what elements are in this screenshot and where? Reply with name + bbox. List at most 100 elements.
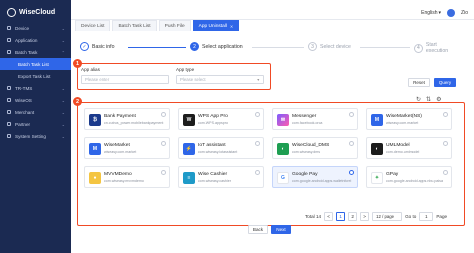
- chevron-down-icon: ▾: [438, 10, 442, 16]
- language-selector[interactable]: English ▾: [421, 10, 441, 16]
- step-start-execution: 4 Start execution: [414, 42, 460, 54]
- page-2-button[interactable]: 2: [348, 211, 358, 221]
- reset-button[interactable]: Reset: [408, 78, 430, 87]
- prev-page-button[interactable]: <: [324, 211, 334, 221]
- tab-device-list[interactable]: Device List: [75, 20, 111, 31]
- app-package: wiseasy.com.market: [386, 121, 419, 125]
- username[interactable]: Zio: [461, 10, 468, 16]
- tab-app-uninstall[interactable]: App Uninstall ✕: [192, 20, 240, 31]
- app-name: UMLModel: [386, 143, 410, 148]
- step-number: 3: [308, 42, 317, 51]
- step-select-application: 2 Select application: [190, 42, 243, 51]
- sidebar-item-merchant[interactable]: Merchant ⌄: [0, 106, 71, 118]
- app-card-iot-assistant[interactable]: ⚡ IoT assistant com.wiseasy.iotassistant: [178, 137, 264, 159]
- app-card-gpay[interactable]: ✦ GPay com.google.android.apps.nbu.paisa: [366, 166, 452, 188]
- step-select-device: 3 Select device: [308, 42, 351, 51]
- select-radio[interactable]: [161, 112, 166, 117]
- app-card-wisemarket[interactable]: M WiseMarket wiseasy.com.market: [84, 137, 170, 159]
- app-grid-section: ₿ Bank Payment cn.cutrus_power.mobileban…: [77, 102, 465, 226]
- page-suffix: Page: [436, 213, 448, 219]
- sidebar-item-label: System Setting: [15, 133, 46, 139]
- app-window: English ▾ Zio WiseCloud Device ⌄ Applica…: [0, 0, 474, 253]
- app-card-wise-cashier[interactable]: ≡ Wise Cashier com.wiseasy.cashier: [178, 166, 264, 188]
- page-size-select[interactable]: 12 / page: [372, 211, 403, 221]
- chevron-down-icon: ⌄: [61, 97, 65, 103]
- select-radio[interactable]: [349, 170, 354, 175]
- app-card-bank-payment[interactable]: ₿ Bank Payment cn.cutrus_power.mobileban…: [84, 108, 170, 130]
- main-content: ✓ Basic info 2 Select application 3 Sele…: [73, 32, 470, 252]
- sidebar-item-partner[interactable]: Partner ⌄: [0, 118, 71, 130]
- app-type-label: App type: [176, 67, 195, 72]
- step-indicator: ✓ Basic info 2 Select application 3 Sele…: [80, 42, 460, 54]
- select-radio[interactable]: [443, 170, 448, 175]
- wisemarket-icon: M: [371, 114, 383, 126]
- app-card-umlmodel[interactable]: ◐ UMLModel com.demo.umlmodel: [366, 137, 452, 159]
- sidebar-item-tr-tms[interactable]: TR-TMS ⌄: [0, 82, 71, 94]
- application-icon: [7, 38, 11, 42]
- tab-batch-task-list[interactable]: Batch Task List: [112, 20, 157, 31]
- app-package: com.WPS.appspro: [198, 121, 228, 125]
- sidebar-item-system-setting[interactable]: System Setting ⌄: [0, 130, 71, 142]
- page-size-value: 12 / page: [376, 213, 395, 219]
- annotation-badge-2: 2: [73, 97, 82, 106]
- app-alias-placeholder: Please enter: [85, 77, 110, 82]
- step-label: Select device: [320, 43, 351, 50]
- sidebar-item-wiseos[interactable]: WiseOS ⌄: [0, 94, 71, 106]
- select-radio[interactable]: [161, 170, 166, 175]
- tab-push-file[interactable]: Push File: [158, 20, 191, 31]
- settings-icon: [7, 134, 11, 138]
- logo[interactable]: WiseCloud: [7, 6, 75, 18]
- user-avatar-icon[interactable]: [447, 9, 456, 17]
- app-package: com.google.android.apps.nbu.paisa: [386, 179, 443, 183]
- filter-section: App alias Please enter App type Please s…: [77, 63, 271, 90]
- select-radio[interactable]: [161, 141, 166, 146]
- back-button[interactable]: Back: [248, 225, 268, 234]
- sidebar-item-batch-task[interactable]: Batch Task ⌃: [0, 46, 71, 58]
- app-name: Google Pay: [292, 172, 318, 177]
- select-radio[interactable]: [349, 112, 354, 117]
- logo-text: WiseCloud: [19, 8, 56, 16]
- app-card-mvvmdemo[interactable]: ● MVVMDemo com.wiseasy.mvvmdemo: [84, 166, 170, 188]
- query-button[interactable]: Query: [434, 78, 456, 87]
- select-radio[interactable]: [349, 141, 354, 146]
- select-radio[interactable]: [255, 112, 260, 117]
- app-card-google-pay[interactable]: G Google Pay com.google.android.apps.wal…: [272, 166, 358, 188]
- app-name: MVVMDemo: [104, 172, 132, 177]
- select-radio[interactable]: [443, 141, 448, 146]
- app-name: WiseMarket(NS): [386, 114, 422, 119]
- app-card-wps-app-pro[interactable]: W WPS App Pro com.WPS.appspro: [178, 108, 264, 130]
- next-button[interactable]: Next: [271, 225, 291, 234]
- sidebar-item-label: Merchant: [15, 109, 35, 115]
- goto-page-input[interactable]: 1: [419, 211, 434, 221]
- device-icon: [7, 26, 11, 30]
- chevron-down-icon: ⌄: [61, 133, 65, 139]
- tab-bar: Device List Batch Task List Push File Ap…: [75, 20, 240, 31]
- app-type-placeholder: Please select: [180, 77, 206, 82]
- header-right: English ▾ Zio: [421, 8, 468, 18]
- next-page-button[interactable]: >: [360, 211, 370, 221]
- app-card-wisemarket-ns[interactable]: M WiseMarket(NS) wiseasy.com.market: [366, 108, 452, 130]
- step-label: Basic info: [92, 43, 115, 50]
- app-name: WiseCloud_DMS: [292, 143, 330, 148]
- select-radio[interactable]: [255, 141, 260, 146]
- sidebar-item-label: Batch Task: [15, 49, 38, 55]
- sidebar-subitem-batch-task-list[interactable]: Batch Task List: [0, 58, 71, 70]
- select-radio[interactable]: [255, 170, 260, 175]
- sidebar-item-application[interactable]: Application ⌄: [0, 34, 71, 46]
- chevron-down-icon: ⌄: [61, 109, 65, 115]
- chevron-down-icon: ⌄: [61, 25, 65, 31]
- sidebar-subitem-export-task-list[interactable]: Export Task List: [0, 70, 71, 82]
- close-icon[interactable]: ✕: [230, 24, 233, 29]
- select-radio[interactable]: [443, 112, 448, 117]
- goto-label: Go to: [405, 213, 417, 219]
- sidebar-item-label: Device: [15, 25, 30, 31]
- tab-label: Push File: [164, 23, 185, 29]
- page-1-button[interactable]: 1: [336, 211, 346, 221]
- app-alias-input[interactable]: Please enter: [81, 75, 169, 84]
- app-card-wisecloud-dms[interactable]: ◐ WiseCloud_DMS com.wiseasy.dms: [272, 137, 358, 159]
- sidebar-item-device[interactable]: Device ⌄: [0, 22, 71, 34]
- app-package: com.facebook.orca: [292, 121, 323, 125]
- app-card-messenger[interactable]: ✉ Messenger com.facebook.orca: [272, 108, 358, 130]
- app-type-select[interactable]: Please select ▼: [176, 75, 264, 84]
- chevron-up-icon: ⌃: [61, 49, 65, 55]
